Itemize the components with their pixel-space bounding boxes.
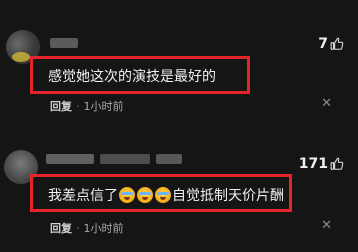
reply-button[interactable]: 回复	[50, 222, 72, 235]
like-count: 7	[318, 36, 328, 52]
comment-meta: 回复 · 1小时前	[50, 220, 124, 236]
close-icon[interactable]: ✕	[321, 218, 332, 233]
comment-text: 我差点信了 自觉抵制天价片酬	[48, 185, 284, 205]
crying-laughing-emoji-icon	[119, 187, 135, 203]
comment-item: 7 感觉她这次的演技是最好的 回复 · 1小时前 ✕	[0, 0, 358, 120]
close-icon[interactable]: ✕	[321, 96, 332, 111]
comment-text: 感觉她这次的演技是最好的	[48, 69, 216, 85]
meta-separator: ·	[76, 222, 80, 235]
comment-item: 171 我差点信了 自觉抵制天价片酬 回复 · 1小时前 ✕	[0, 140, 358, 252]
timestamp: 1小时前	[83, 100, 124, 113]
comment-text-before: 我差点信了	[48, 188, 118, 204]
comment-text-after: 自觉抵制天价片酬	[172, 188, 284, 204]
thumbs-up-icon[interactable]	[330, 37, 344, 51]
crying-laughing-emoji-icon	[155, 187, 171, 203]
comment-meta: 回复 · 1小时前	[50, 98, 124, 114]
meta-separator: ·	[76, 100, 80, 113]
timestamp: 1小时前	[83, 222, 124, 235]
username-blurred[interactable]	[50, 38, 78, 48]
username-blurred[interactable]	[46, 154, 94, 164]
crying-laughing-emoji-icon	[137, 187, 153, 203]
like-count: 171	[298, 156, 328, 172]
thumbs-up-icon[interactable]	[330, 157, 344, 171]
username-blurred	[156, 154, 182, 164]
username-blurred	[100, 154, 150, 164]
reply-button[interactable]: 回复	[50, 100, 72, 113]
